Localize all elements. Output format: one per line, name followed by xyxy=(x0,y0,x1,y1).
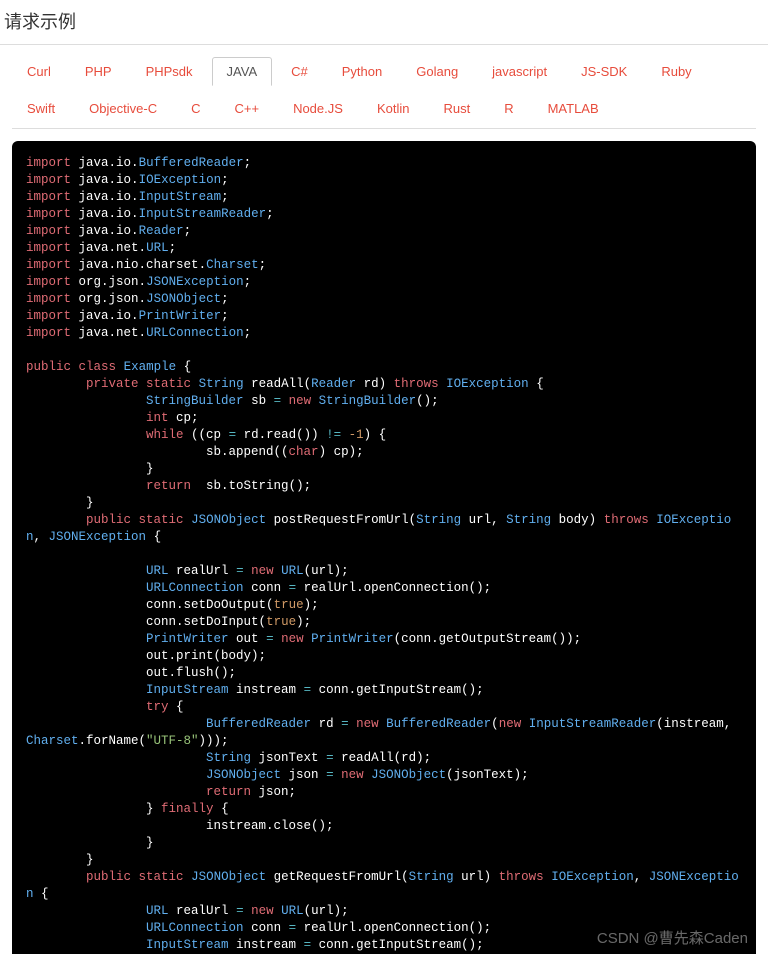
language-tabs: CurlPHPPHPsdkJAVAC#PythonGolangjavascrip… xyxy=(0,44,768,129)
tab-r[interactable]: R xyxy=(489,94,528,123)
tab-curl[interactable]: Curl xyxy=(12,57,66,86)
tab-c++[interactable]: C++ xyxy=(219,94,274,123)
section-title: 请求示例 xyxy=(0,0,768,44)
tab-c[interactable]: C xyxy=(176,94,215,123)
tab-matlab[interactable]: MATLAB xyxy=(533,94,614,123)
tab-php[interactable]: PHP xyxy=(70,57,127,86)
tab-rust[interactable]: Rust xyxy=(428,94,485,123)
tab-c#[interactable]: C# xyxy=(276,57,323,86)
tab-python[interactable]: Python xyxy=(327,57,397,86)
tab-javascript[interactable]: javascript xyxy=(477,57,562,86)
tab-js-sdk[interactable]: JS-SDK xyxy=(566,57,642,86)
tab-kotlin[interactable]: Kotlin xyxy=(362,94,425,123)
code-example: import java.io.BufferedReader; import ja… xyxy=(12,141,756,954)
tab-java[interactable]: JAVA xyxy=(212,57,273,86)
tab-phpsdk[interactable]: PHPsdk xyxy=(131,57,208,86)
tab-node.js[interactable]: Node.JS xyxy=(278,94,358,123)
tab-objective-c[interactable]: Objective-C xyxy=(74,94,172,123)
tab-swift[interactable]: Swift xyxy=(12,94,70,123)
tab-golang[interactable]: Golang xyxy=(401,57,473,86)
tab-ruby[interactable]: Ruby xyxy=(646,57,706,86)
